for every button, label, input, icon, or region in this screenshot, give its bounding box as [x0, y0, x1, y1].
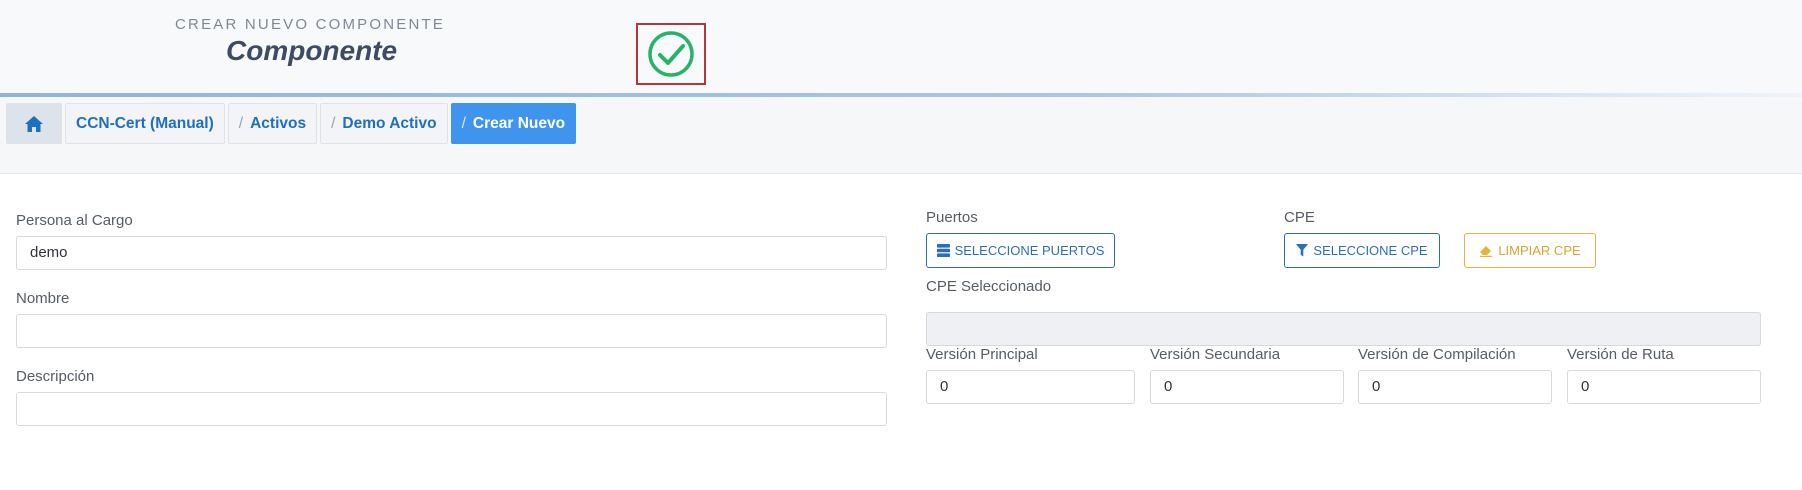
breadcrumb-item-demo-activo[interactable]: / Demo Activo — [320, 103, 448, 144]
descripcion-label: Descripción — [16, 368, 95, 385]
version-compilacion-label: Versión de Compilación — [1358, 346, 1516, 363]
version-ruta-label: Versión de Ruta — [1567, 346, 1674, 363]
clear-cpe-button[interactable]: LIMPIAR CPE — [1464, 233, 1596, 268]
descripcion-field[interactable] — [16, 392, 887, 426]
select-puertos-label: SELECCIONE PUERTOS — [954, 243, 1105, 258]
breadcrumb-separator: / — [331, 114, 336, 132]
breadcrumb-separator: / — [461, 114, 466, 132]
select-cpe-button[interactable]: SELECCIONE CPE — [1284, 233, 1440, 268]
cpe-seleccionado-label: CPE Seleccionado — [926, 278, 1052, 295]
cpe-seleccionado-field — [926, 312, 1761, 346]
breadcrumb-item-crear-nuevo[interactable]: / Crear Nuevo — [450, 103, 577, 144]
breadcrumb-label: Crear Nuevo — [472, 114, 566, 132]
select-puertos-button[interactable]: SELECCIONE PUERTOS — [926, 233, 1115, 268]
page-subtitle: CREAR NUEVO COMPONENTE — [175, 16, 446, 33]
cpe-label: CPE — [1284, 209, 1315, 226]
page-header: CREAR NUEVO COMPONENTE Componente — [0, 0, 1802, 95]
version-secundaria-label: Versión Secundaria — [1150, 346, 1281, 363]
check-circle-icon — [648, 31, 694, 77]
version-secundaria-field[interactable]: 0 — [1150, 370, 1344, 404]
breadcrumb-item-activos[interactable]: / Activos — [227, 103, 318, 144]
server-icon — [936, 244, 950, 257]
breadcrumb-home[interactable] — [6, 103, 62, 144]
breadcrumb: CCN-Cert (Manual) / Activos / Demo Activ… — [6, 103, 579, 144]
breadcrumb-label: CCN-Cert (Manual) — [76, 114, 214, 132]
home-icon — [25, 115, 43, 132]
version-compilacion-field[interactable]: 0 — [1358, 370, 1552, 404]
version-principal-field[interactable]: 0 — [926, 370, 1135, 404]
select-cpe-label: SELECCIONE CPE — [1313, 243, 1428, 258]
puertos-label: Puertos — [926, 209, 978, 226]
page-title: Componente — [226, 35, 398, 66]
status-indicator — [636, 23, 706, 85]
nombre-label: Nombre — [16, 290, 70, 307]
persona-label: Persona al Cargo — [16, 212, 133, 229]
header-divider — [0, 93, 1802, 97]
breadcrumb-label: Demo Activo — [342, 114, 437, 132]
breadcrumb-separator: / — [238, 114, 244, 132]
eraser-icon — [1480, 246, 1493, 257]
form-card: Persona al Cargo demo Nombre Descripción… — [0, 173, 1802, 490]
persona-field[interactable]: demo — [16, 236, 887, 270]
breadcrumb-item-ccn-cert[interactable]: CCN-Cert (Manual) — [65, 103, 225, 144]
nombre-field[interactable] — [16, 314, 887, 348]
version-ruta-field[interactable]: 0 — [1567, 370, 1761, 404]
version-principal-label: Versión Principal — [926, 346, 1038, 363]
clear-cpe-label: LIMPIAR CPE — [1498, 243, 1581, 258]
filter-icon — [1296, 244, 1309, 257]
breadcrumb-label: Activos — [250, 114, 307, 132]
